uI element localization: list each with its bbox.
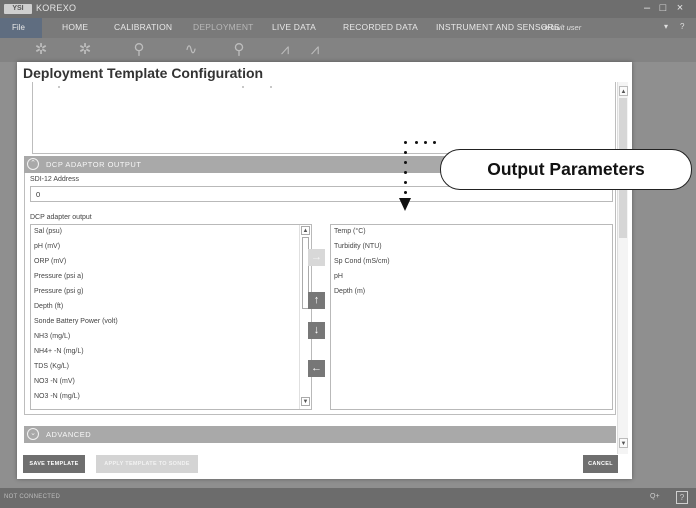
callout-leader-dot — [404, 171, 407, 174]
section-title: ADVANCED — [46, 430, 92, 439]
callout-leader-dot — [404, 141, 407, 144]
tab-deployment[interactable]: DEPLOYMENT — [193, 22, 254, 32]
list-item[interactable]: Sal (psu) — [34, 228, 62, 235]
faint-mark — [270, 86, 272, 88]
selected-parameters-list[interactable]: Temp (°C) Turbidity (NTU) Sp Cond (mS/cm… — [330, 224, 613, 410]
list-item[interactable]: Sp Cond (mS/cm) — [334, 258, 390, 265]
list-item[interactable]: Turbidity (NTU) — [334, 243, 382, 250]
list-item[interactable]: Depth (m) — [334, 288, 365, 295]
list-item[interactable]: ORP (mV) — [34, 258, 66, 265]
scroll-up-icon[interactable]: ▲ — [301, 226, 310, 235]
deployment-template-dialog: Deployment Template Configuration ▲ ▼ ⌃ … — [17, 62, 632, 479]
list-item[interactable]: NO3 -N (mg/L) — [34, 393, 80, 400]
list-item[interactable]: Depth (ft) — [34, 303, 63, 310]
dcp-output-label: DCP adapter output — [30, 214, 92, 221]
available-parameters-list[interactable]: Sal (psu) pH (mV) ORP (mV) Pressure (psi… — [30, 224, 312, 410]
sdi-address-label: SDI-12 Address — [30, 176, 80, 183]
callout-leader-dot — [404, 191, 407, 194]
tab-calibration[interactable]: CALIBRATION — [114, 22, 172, 32]
minimize-icon[interactable]: – — [640, 2, 654, 14]
previous-section-panel — [32, 82, 616, 154]
status-help-icon[interactable]: ? — [676, 491, 688, 504]
list-item[interactable]: pH — [334, 273, 343, 280]
move-up-button[interactable]: ↑ — [308, 292, 325, 309]
tab-live-data[interactable]: LIVE DATA — [272, 22, 316, 32]
dialog-title: Deployment Template Configuration — [23, 65, 264, 81]
zoom-indicator: Q+ — [650, 493, 660, 500]
app-title: KOREXO — [36, 3, 77, 13]
section-header-advanced[interactable]: ⌄ ADVANCED — [24, 426, 616, 443]
title-bar: YSI KOREXO – □ × — [0, 0, 696, 18]
list-item[interactable]: NH4+ -N (mg/L) — [34, 348, 84, 355]
scroll-up-icon[interactable]: ▲ — [619, 86, 628, 96]
zoom-icon[interactable]: ⚲ — [228, 40, 250, 60]
cancel-button[interactable]: CANCEL — [583, 455, 618, 473]
list-item[interactable]: NO3 -N (mV) — [34, 378, 75, 385]
tab-home[interactable]: HOME — [62, 22, 88, 32]
scroll-down-icon[interactable]: ▼ — [301, 397, 310, 406]
output-parameters-callout: Output Parameters — [440, 149, 692, 190]
callout-leader-dot — [433, 141, 436, 144]
save-template-button[interactable]: SAVE TEMPLATE — [23, 455, 85, 473]
add-parameter-button[interactable]: → — [308, 249, 325, 266]
chevron-down-icon[interactable]: ⌄ — [27, 428, 39, 440]
dialog-footer: SAVE TEMPLATE APPLY TEMPLATE TO SONDE CA… — [23, 455, 618, 474]
menu-bar: File HOME CALIBRATION DEPLOYMENT LIVE DA… — [0, 18, 696, 38]
callout-arrowhead — [399, 198, 411, 211]
list-item[interactable]: Pressure (psi a) — [34, 273, 83, 280]
settings-alt-icon[interactable]: ✲ — [74, 40, 96, 60]
connection-status: NOT CONNECTED — [4, 494, 61, 500]
callout-leader-dot — [404, 161, 407, 164]
status-bar: NOT CONNECTED Q+ ? — [0, 488, 696, 508]
list-item[interactable]: NH3 (mg/L) — [34, 333, 70, 340]
app-logo: YSI — [4, 4, 32, 14]
scroll-down-icon[interactable]: ▼ — [619, 438, 628, 448]
faint-mark — [58, 86, 60, 88]
remove-parameter-button[interactable]: ← — [308, 360, 325, 377]
graph-alt-icon[interactable]: ⩘ — [304, 40, 326, 60]
close-icon[interactable]: × — [673, 2, 687, 14]
file-menu[interactable]: File — [0, 18, 42, 38]
list-item[interactable]: Sonde Battery Power (volt) — [34, 318, 118, 325]
maximize-icon[interactable]: □ — [656, 2, 670, 14]
search-icon[interactable]: ⚲ — [128, 40, 150, 60]
faint-mark — [242, 86, 244, 88]
settings-icon[interactable]: ✲ — [30, 40, 52, 60]
callout-leader-dot — [404, 181, 407, 184]
help-icon[interactable]: ? — [680, 22, 684, 31]
chevron-up-icon[interactable]: ⌃ — [27, 158, 39, 170]
apply-template-button[interactable]: APPLY TEMPLATE TO SONDE — [96, 455, 198, 473]
callout-leader-dot — [415, 141, 418, 144]
tab-recorded-data[interactable]: RECORDED DATA — [343, 22, 418, 32]
list-item[interactable]: Temp (°C) — [334, 228, 366, 235]
list-item[interactable]: Pressure (psi g) — [34, 288, 83, 295]
move-down-button[interactable]: ↓ — [308, 322, 325, 339]
list-item[interactable]: pH (mV) — [34, 243, 60, 250]
toolbar: ✲ ✲ ⚲ ∿ ⚲ ⩘ ⩘ — [0, 38, 696, 62]
user-selector[interactable]: default user — [542, 23, 581, 32]
list-item[interactable]: TDS (Kg/L) — [34, 363, 69, 370]
dialog-scrollbar[interactable]: ▲ ▼ — [617, 82, 628, 454]
graph-icon[interactable]: ⩘ — [274, 40, 296, 60]
probe-icon[interactable]: ∿ — [180, 40, 202, 60]
callout-leader-dot — [424, 141, 427, 144]
callout-leader-dot — [404, 151, 407, 154]
section-title: DCP ADAPTOR OUTPUT — [46, 160, 142, 169]
chevron-down-icon[interactable]: ▾ — [664, 22, 668, 31]
